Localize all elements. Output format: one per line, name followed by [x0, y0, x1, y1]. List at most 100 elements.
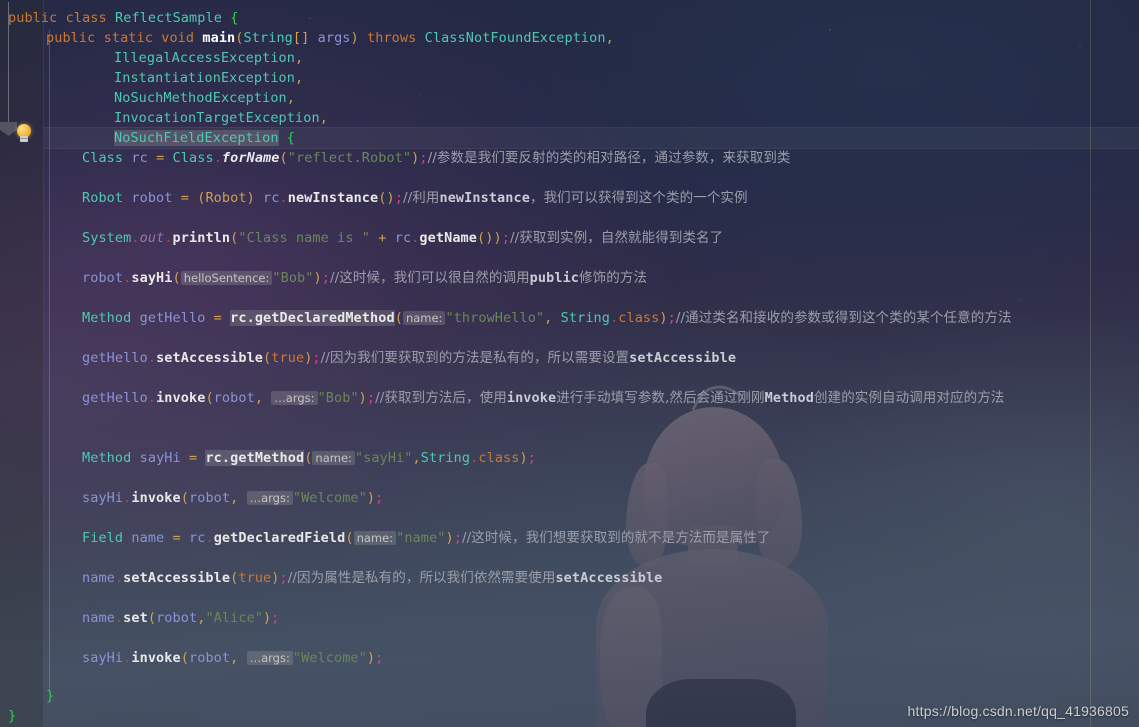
- token-variable: rc: [189, 530, 206, 546]
- token-string: "reflect.Robot": [287, 150, 412, 166]
- token-paren: (: [180, 490, 189, 506]
- code-line-22[interactable]: }: [8, 706, 16, 726]
- token-boolean: true: [271, 350, 305, 366]
- token-keyword: static: [103, 30, 153, 46]
- token-boolean: true: [238, 570, 272, 586]
- token-exception: ClassNotFoundException: [424, 30, 606, 46]
- token-type: Class: [82, 150, 124, 166]
- code-line-11[interactable]: robot.sayHi(helloSentence: "Bob");//这时候，我…: [82, 268, 647, 288]
- token-method-name: forName: [221, 150, 280, 166]
- token-semicolon: ;: [321, 270, 330, 286]
- token-operator: =: [156, 150, 165, 166]
- token-argument: robot: [188, 650, 231, 666]
- token-method-name: getDeclaredField: [213, 530, 346, 546]
- token-argument: robot: [156, 610, 198, 626]
- token-paren: ): [445, 530, 454, 546]
- token-method-name: invoke: [131, 490, 181, 506]
- code-line-6[interactable]: InvocationTargetException,: [114, 108, 328, 128]
- token-comma: ,: [286, 90, 296, 106]
- code-line-7[interactable]: NoSuchFieldException {: [114, 128, 295, 148]
- token-paren: ): [493, 230, 502, 246]
- token-paren: (: [345, 530, 354, 546]
- token-operator: =: [188, 450, 198, 466]
- code-line-10[interactable]: System.out.println("Class name is " + rc…: [82, 228, 723, 248]
- code-line-3[interactable]: IllegalAccessException,: [114, 48, 303, 68]
- token-type: Method: [82, 310, 132, 326]
- token-comment-code: invoke: [506, 390, 557, 406]
- token-variable: rc: [131, 150, 148, 166]
- code-line-18[interactable]: name.setAccessible(true);//因为属性是私有的，所以我们…: [82, 568, 662, 588]
- token-comment-code: setAccessible: [629, 350, 737, 366]
- code-line-20[interactable]: sayHi.invoke(robot, …args: "Welcome");: [82, 648, 383, 668]
- code-line-1[interactable]: public class ReflectSample {: [8, 8, 238, 28]
- token-comma: ,: [319, 110, 328, 126]
- token-variable: sayHi: [82, 650, 124, 666]
- token-semicolon: ;: [271, 610, 280, 626]
- token-comma: ,: [544, 310, 553, 326]
- code-line-14[interactable]: getHello.invoke(robot, …args: "Bob");//获取…: [82, 388, 1004, 408]
- token-variable: robot: [82, 270, 124, 286]
- token-paren: ): [271, 570, 280, 586]
- token-comma: ,: [295, 50, 304, 66]
- token-variable: getHello: [82, 350, 148, 366]
- token-comment: 进行手动填写参数,然后会通过刚刚: [556, 390, 765, 406]
- token-method-name: println: [172, 230, 231, 246]
- code-line-16[interactable]: sayHi.invoke(robot, …args: "Welcome");: [82, 488, 383, 508]
- code-line-9[interactable]: Robot robot = (Robot) rc.newInstance();/…: [82, 188, 748, 208]
- token-string: "Alice": [205, 610, 264, 626]
- token-comment: //获取到实例，自然就能得到类名了: [509, 230, 724, 246]
- token-argument: robot: [213, 390, 255, 406]
- token-comment: //利用: [402, 190, 440, 206]
- code-line-12[interactable]: Method getHello = rc.getDeclaredMethod(n…: [82, 308, 1012, 328]
- token-string: "name": [396, 530, 446, 546]
- token-dot: .: [147, 390, 157, 406]
- token-type: String: [243, 30, 293, 46]
- token-operator: =: [172, 530, 181, 546]
- token-class-name: ReflectSample: [114, 10, 222, 26]
- token-brace: {: [230, 10, 239, 26]
- token-type: Field: [82, 530, 124, 546]
- code-text-area[interactable]: public class ReflectSample { public stat…: [0, 0, 1139, 727]
- token-brace: }: [8, 708, 17, 724]
- code-line-4[interactable]: InstantiationException,: [114, 68, 303, 88]
- token-string: "throwHello": [445, 310, 545, 326]
- token-variable: name: [82, 610, 115, 626]
- token-cast: (Robot): [197, 190, 255, 206]
- token-keyword: public: [8, 10, 58, 26]
- token-string: "Welcome": [292, 490, 367, 506]
- parameter-hint: …args:: [246, 491, 293, 505]
- token-semicolon: ;: [453, 530, 462, 546]
- token-paren: (: [279, 150, 288, 166]
- token-method-name: setAccessible: [123, 570, 231, 586]
- token-field: out: [139, 230, 165, 246]
- token-comment: ，我们可以获得到这个类的一个实例: [529, 190, 748, 206]
- token-comment: //参数是我们要反射的类的相对路径，通过参数，来获取到类: [427, 150, 791, 166]
- token-comment: //获取到方法后，使用: [375, 390, 507, 406]
- token-paren: ): [366, 650, 376, 666]
- token-brace: }: [46, 688, 55, 704]
- code-line-13[interactable]: getHello.setAccessible(true);//因为我们要获取到的…: [82, 348, 736, 368]
- code-line-17[interactable]: Field name = rc.getDeclaredField(name: "n…: [82, 528, 770, 548]
- code-line-15[interactable]: Method sayHi = rc.getMethod(name: "sayHi"…: [82, 448, 536, 468]
- token-paren: (: [180, 650, 189, 666]
- parameter-hint: name:: [402, 311, 446, 325]
- token-exception-selected: NoSuchFieldException: [114, 130, 279, 146]
- token-operator: +: [378, 230, 387, 246]
- code-line-19[interactable]: name.set(robot,"Alice");: [82, 608, 280, 628]
- token-variable: robot: [131, 190, 173, 206]
- token-method-name: getName: [419, 230, 478, 246]
- token-comma: ,: [295, 70, 304, 86]
- token-variable: sayHi: [82, 490, 124, 506]
- token-comma: ,: [230, 650, 239, 666]
- token-exception: IllegalAccessException: [114, 50, 296, 66]
- token-type: System: [82, 230, 132, 246]
- token-comma: ,: [254, 390, 264, 406]
- code-line-5[interactable]: NoSuchMethodException,: [114, 88, 295, 108]
- code-line-2[interactable]: public static void main(String[] args) t…: [46, 28, 614, 48]
- code-editor-window[interactable]: public class ReflectSample { public stat…: [0, 0, 1139, 727]
- token-exception: InstantiationException: [114, 70, 296, 86]
- token-variable: getHello: [139, 310, 206, 326]
- token-string: "sayHi": [354, 450, 413, 466]
- code-line-8[interactable]: Class rc = Class.forName("reflect.Robot"…: [82, 148, 791, 168]
- code-line-21[interactable]: }: [46, 686, 54, 706]
